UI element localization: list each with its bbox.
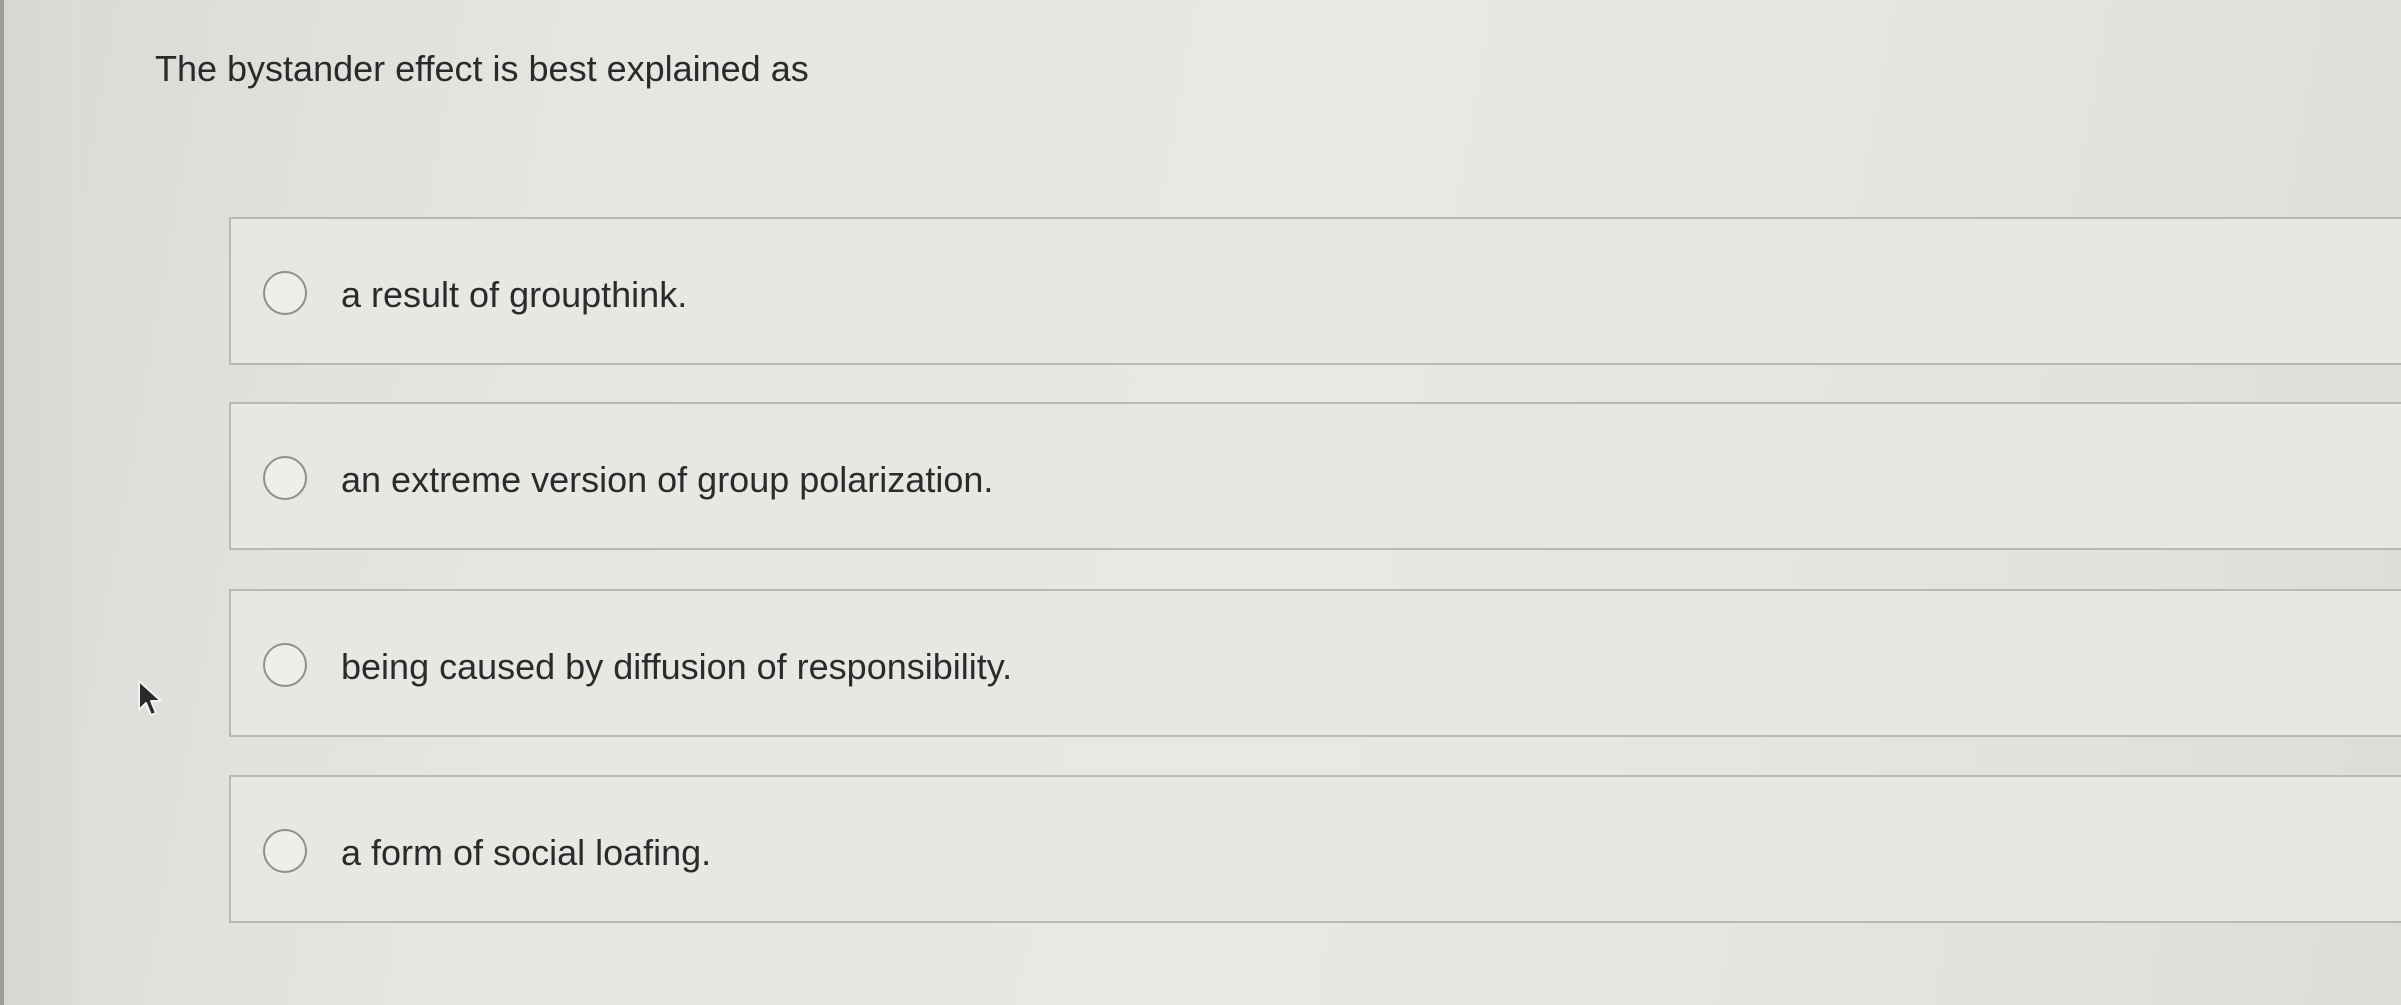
- quiz-screen: The bystander effect is best explained a…: [0, 0, 2401, 1005]
- radio-unchecked-icon[interactable]: [263, 643, 307, 687]
- answer-options: a result of groupthink. an extreme versi…: [229, 0, 2401, 1005]
- answer-option-label: an extreme version of group polarization…: [341, 459, 994, 500]
- radio-unchecked-icon[interactable]: [263, 456, 307, 500]
- answer-option-label: a result of groupthink.: [341, 274, 688, 315]
- answer-option-label: being caused by diffusion of responsibil…: [341, 646, 1013, 687]
- answer-option-label: a form of social loafing.: [341, 832, 712, 873]
- answer-option-4[interactable]: a form of social loafing.: [229, 775, 2401, 923]
- left-margin: [4, 0, 79, 1005]
- answer-option-2[interactable]: an extreme version of group polarization…: [229, 402, 2401, 550]
- answer-option-1[interactable]: a result of groupthink.: [229, 217, 2401, 365]
- radio-unchecked-icon[interactable]: [263, 271, 307, 315]
- mouse-pointer-icon: [138, 680, 162, 716]
- answer-option-3[interactable]: being caused by diffusion of responsibil…: [229, 589, 2401, 737]
- radio-unchecked-icon[interactable]: [263, 829, 307, 873]
